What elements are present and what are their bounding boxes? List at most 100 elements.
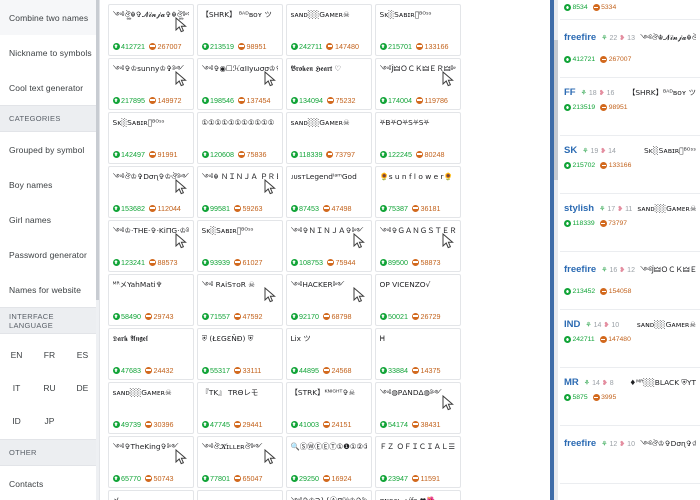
nickname-card[interactable]: ༺✞♔Ͻ}{ⒶЯᴳᴬ♔✞༻3044618783 [285,490,372,500]
trending-tag-label[interactable]: freefire [564,438,596,449]
upvote[interactable]: 55317 [201,366,230,375]
downvote[interactable]: 58873 [412,258,441,267]
trending-entry[interactable]: FF ⚘ 18 ❥ 16 【SHRK】ᴮᴬᴰʙᴏʏ ツ 213519 98951 [560,78,700,136]
upvote[interactable]: 153682 [112,204,145,213]
upvote[interactable]: 99581 [201,204,230,213]
upvote[interactable]: 65770 [112,474,141,483]
nickname-card[interactable]: ɑɴɢєʟ_ʟífє ❤🌺3254321059 [374,490,461,500]
downvote[interactable]: 50743 [145,474,174,483]
nickname-card[interactable]: 𝕯𝖆𝖗𝖐 𝕬𝖓𝖌𝖊𝖑 47683 24432 [107,328,194,380]
downvote[interactable]: 36181 [412,204,441,213]
downvote[interactable]: 137454 [237,96,270,105]
downvote[interactable]: 30396 [145,420,174,429]
trending-tag-label[interactable]: FF [564,87,576,98]
upvote[interactable]: 198546 [201,96,234,105]
downvote[interactable]: 68798 [323,312,352,321]
trending-tag-label[interactable]: freefire [564,32,596,43]
downvote[interactable]: 38431 [412,420,441,429]
nickname-card[interactable]: ༺♔·THE·✞·KiПG·♔༻ 123241 88573 [107,220,194,272]
sidebar-item-boy-names[interactable]: Boy names [0,167,99,202]
nickname-card[interactable]: ⛧B⛧O⛧S⛧S⛧ 122245 80248 [374,112,461,164]
downvote[interactable]: 29441 [234,420,263,429]
nickname-card[interactable]: OP VICENZO√ 50021 26729 [374,274,461,326]
nickname-card[interactable]: 🔍ⓈⓌⒺⒺⓉ①❶①②①✨ 29250 16924 [285,436,372,488]
downvote[interactable]: 73797 [599,220,627,227]
upvote[interactable]: 412721 [112,42,145,51]
upvote[interactable]: 118339 [290,150,322,159]
nickname-card[interactable]: ꜱᴀɴᴅ░░Gᴀᴍᴇʀ☠ 49739 30396 [107,382,194,434]
upvote[interactable]: 213519 [201,42,234,51]
downvote[interactable]: 133166 [600,162,631,169]
language-option-id[interactable]: ID [0,404,33,437]
downvote[interactable]: 147480 [599,336,631,343]
upvote[interactable]: 242711 [564,336,595,343]
downvote[interactable]: 147480 [326,42,359,51]
upvote[interactable]: 33884 [379,366,408,375]
upvote[interactable]: 93939 [201,258,230,267]
downvote[interactable]: 5334 [592,4,616,11]
nickname-card[interactable]: ＦＺ ＯＦＩＣＩＡＬ☰ 23947 11591 [374,436,461,488]
upvote[interactable]: 92170 [290,312,319,321]
nickname-card[interactable]: ༺✞♔sunny♔✞༻ 217895 149972 [107,58,194,110]
nickname-card[interactable]: ༺✞ＧＡＮＧＳＴＥＲ✞༻ 89500 58873 [374,220,461,272]
upvote[interactable]: 215701 [379,42,412,51]
language-option-it[interactable]: IT [0,371,33,404]
downvote[interactable]: 24151 [323,420,352,429]
upvote[interactable]: 142497 [112,150,145,159]
nickname-card[interactable]: ᴊᴜsᴛLegendᴵᵃᵐGod 87453 47498 [285,166,372,218]
downvote[interactable]: 154058 [600,288,631,295]
downvote[interactable]: 61027 [234,258,263,267]
language-option-es[interactable]: ES [66,338,99,371]
trending-entry[interactable]: freefire ⚘22❥13 ༺ঔ☬𝓝𝓲𝓷𝓳𝓪☬ঔ༻ 412721 267007 [560,20,700,78]
upvote[interactable]: 44895 [290,366,319,375]
left-scrollbar-thumb[interactable] [96,0,99,300]
sidebar-item-nickname-to-symbols[interactable]: Nickname to symbols [0,35,99,70]
right-scrollbar[interactable] [554,0,558,500]
nickname-card[interactable]: 『TK』 TRΘレモ 47745 29441 [196,382,283,434]
downvote[interactable]: 11591 [412,474,440,483]
trending-entry[interactable]: MR ⚘ 14 ❥ 8 ♦ᴹᴿ░░BLACK ⛨YT 5875 3995 [560,368,700,426]
trending-tag-label[interactable]: stylish [564,203,594,214]
nickname-card[interactable]: メ197527874 [107,490,194,500]
nickname-card[interactable]: Sᴋ░Sᴀʙɪʀ᳐ᴮᴼˢˢ 142497 91991 [107,112,194,164]
downvote[interactable]: 98951 [237,42,266,51]
nickname-card[interactable]: Lix ツ 44895 24568 [285,328,372,380]
upvote[interactable]: 23947 [379,474,408,483]
downvote[interactable]: 29743 [145,312,174,321]
nickname-card[interactable]: 【SHRK】 ᴮᴬᴰʙᴏʏ ツ 213519 98951 [196,4,283,56]
upvote[interactable]: 47745 [201,420,230,429]
language-option-ru[interactable]: RU [33,371,66,404]
upvote[interactable]: 215702 [564,162,595,169]
upvote[interactable]: 213452 [564,288,595,295]
trending-entry[interactable]: IND ⚘ 14 ❥ 10 ꜱᴀɴᴅ░░Gᴀᴍᴇʀ☠ 242711 147480 [560,310,700,368]
trending-tag-label[interactable]: IND [564,319,580,330]
downvote[interactable]: 267007 [600,56,631,63]
upvote[interactable]: 120608 [201,150,234,159]
upvote[interactable]: 29250 [290,474,319,483]
downvote[interactable]: 75232 [326,96,355,105]
nickname-card[interactable]: ⛨ (ŁƐGƐÑÐ) ⛨ 55317 33111 [196,328,283,380]
sidebar-item-cool-text-generator[interactable]: Cool text generator [0,70,99,105]
downvote[interactable]: 91991 [148,150,177,159]
upvote[interactable]: 412721 [564,56,595,63]
downvote[interactable]: 26729 [412,312,441,321]
downvote[interactable]: 119786 [415,96,448,105]
trending-tag-label[interactable]: MR [564,377,579,388]
nickname-card[interactable]: ᴹᴿメYahMati♆ 58490 29743 [107,274,194,326]
nickname-card[interactable]: ༺ RᴀiSᴛᴏR ☠ 71557 47592 [196,274,283,326]
upvote[interactable]: 123241 [112,258,145,267]
upvote[interactable]: 58490 [112,312,141,321]
downvote[interactable]: 24432 [145,366,174,375]
upvote[interactable]: 75387 [379,204,408,213]
downvote[interactable]: 14375 [412,366,441,375]
nickname-card[interactable]: Sᴋ░Sᴀʙɪʀ᳐ᴮᴼˢˢ 215701 133166 [374,4,461,56]
upvote[interactable]: 89500 [379,258,408,267]
upvote[interactable]: 49739 [112,420,141,429]
downvote[interactable]: 3995 [592,394,616,401]
upvote[interactable]: 71557 [201,312,230,321]
sidebar-item-names-for-website[interactable]: Names for website [0,272,99,307]
trending-entry[interactable]: freefire ⚘16❥12 ༺Ĵ🜲ＯＣＫ🜲ＥＲ 213452 154058 [560,252,700,310]
upvote[interactable]: 213519 [564,104,595,111]
language-option-fr[interactable]: FR [33,338,66,371]
nickname-card[interactable]: Sᴋ░Sᴀʙɪʀ᳐ᴮᴼˢˢ 93939 61027 [196,220,283,272]
